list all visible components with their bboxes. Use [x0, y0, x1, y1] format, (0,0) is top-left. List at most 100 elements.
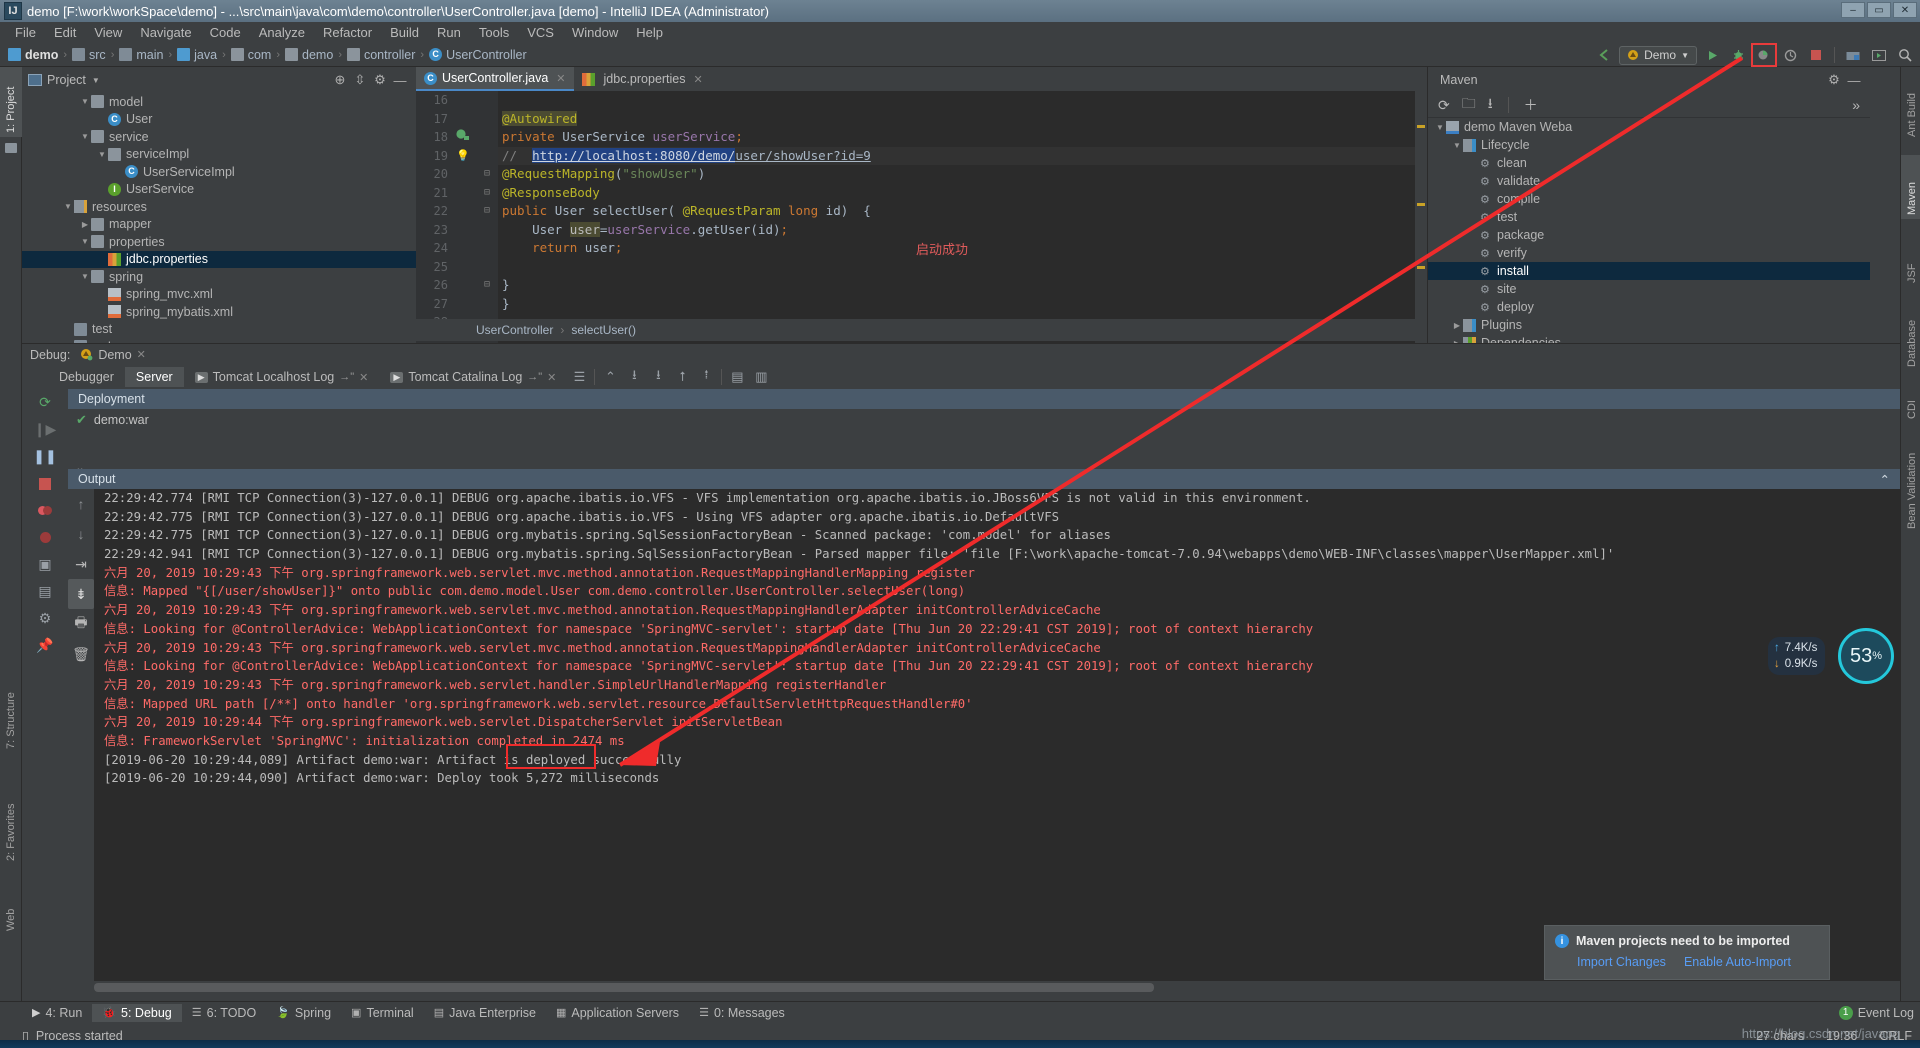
bottom-tab-spring[interactable]: 🍃 Spring: [266, 1004, 341, 1022]
sidebar-item-project[interactable]: 1: Project: [0, 67, 22, 137]
build-icon[interactable]: [1842, 45, 1864, 65]
chevron-right-icon[interactable]: ▸: [96, 290, 108, 299]
breadcrumb-item-src[interactable]: src: [72, 48, 106, 62]
search-icon[interactable]: [1894, 45, 1916, 65]
breadcrumb-item-demo[interactable]: demo: [285, 48, 333, 62]
breadcrumb-item-com[interactable]: com: [230, 48, 271, 62]
menu-item-navigate[interactable]: Navigate: [131, 23, 200, 42]
run-configuration-selector[interactable]: Demo ▼: [1619, 45, 1697, 65]
camera-icon[interactable]: ▣: [22, 551, 68, 578]
menu-item-view[interactable]: View: [85, 23, 131, 42]
chevron-right-icon[interactable]: ▸: [1468, 159, 1480, 168]
run-icon[interactable]: [1701, 45, 1723, 65]
reimport-icon[interactable]: ⟳: [1438, 97, 1450, 114]
chevron-down-icon[interactable]: ▼: [79, 97, 91, 106]
maven-node-plugins[interactable]: ▶ Plugins: [1428, 316, 1870, 334]
debug-session-tab[interactable]: Demo ✕: [70, 346, 156, 364]
maven-node-deploy[interactable]: ▸⚙ deploy: [1428, 298, 1870, 316]
menu-item-code[interactable]: Code: [201, 23, 250, 42]
breadcrumb-item-java[interactable]: java: [177, 48, 217, 62]
run-method-icon[interactable]: [454, 128, 472, 149]
maven-node-demo-maven-weba[interactable]: ▼ demo Maven Weba: [1428, 118, 1870, 136]
settings-icon[interactable]: ▥: [749, 369, 773, 385]
fold-icon[interactable]: ⊟: [480, 276, 494, 295]
chevron-right-icon[interactable]: ▸: [1468, 285, 1480, 294]
chevron-right-icon[interactable]: ▶: [79, 220, 91, 229]
chevron-right-icon[interactable]: ▸: [1468, 231, 1480, 240]
pin-icon[interactable]: →": [339, 371, 354, 383]
tree-node-userservice[interactable]: ▸I UserService: [22, 181, 416, 199]
stop-icon[interactable]: [22, 470, 68, 497]
tree-node-spring-mvc-xml[interactable]: ▸ spring_mvc.xml: [22, 286, 416, 304]
view-breakpoints-icon[interactable]: [22, 497, 68, 524]
chevron-right-icon[interactable]: ▸: [1468, 249, 1480, 258]
console-output[interactable]: 22:29:42.774 [RMI TCP Connection(3)-127.…: [94, 489, 1900, 981]
debug-tab-tomcat-catalina-log[interactable]: ▶ Tomcat Catalina Log →" ✕: [379, 367, 567, 387]
close-icon[interactable]: ✕: [359, 371, 368, 384]
menu-item-tools[interactable]: Tools: [470, 23, 518, 42]
enable-auto-import-link[interactable]: Enable Auto-Import: [1684, 955, 1791, 969]
tree-node-mapper[interactable]: ▶ mapper: [22, 216, 416, 234]
bottom-tab-5-debug[interactable]: 🐞 5: Debug: [92, 1003, 182, 1022]
sidebar-item-favorites[interactable]: 2: Favorites: [0, 767, 22, 865]
chevron-down-icon[interactable]: ▼: [79, 237, 91, 246]
up-icon[interactable]: ⌃: [598, 369, 622, 385]
maven-tree[interactable]: ▼demo Maven Weba▼Lifecycle▸⚙clean▸⚙valid…: [1428, 118, 1870, 350]
tree-node-serviceimpl[interactable]: ▼ serviceImpl: [22, 146, 416, 164]
fold-icon[interactable]: ⊟: [480, 184, 494, 203]
menu-item-refactor[interactable]: Refactor: [314, 23, 381, 42]
sidebar-item-cdi[interactable]: CDI: [1901, 379, 1920, 423]
breadcrumb-item-controller[interactable]: controller: [346, 48, 415, 62]
debug-icon[interactable]: [1727, 45, 1749, 65]
locate-icon[interactable]: ⊕: [330, 72, 350, 88]
maven-node-package[interactable]: ▸⚙ package: [1428, 226, 1870, 244]
more-icon[interactable]: »: [1852, 97, 1860, 113]
download-sources-icon[interactable]: ⭳: [1488, 93, 1493, 117]
breadcrumb-item-usercontroller[interactable]: C UserController: [429, 48, 527, 62]
up-icon[interactable]: ↑: [68, 489, 94, 519]
menu-icon[interactable]: ☰: [567, 369, 591, 385]
chevron-right-icon[interactable]: ▸: [62, 325, 74, 334]
close-icon[interactable]: ✕: [694, 73, 703, 86]
editor-tab-jdbc-properties[interactable]: jdbc.properties ✕: [574, 67, 711, 91]
collapse-output-icon[interactable]: ⌃: [1880, 472, 1900, 487]
chevron-right-icon[interactable]: ▸: [96, 255, 108, 264]
import-changes-link[interactable]: Import Changes: [1577, 955, 1666, 969]
menu-item-help[interactable]: Help: [627, 23, 672, 42]
menu-item-run[interactable]: Run: [428, 23, 470, 42]
sidebar-item-web[interactable]: Web: [0, 879, 22, 935]
tree-node-userserviceimpl[interactable]: ▸C UserServiceImpl: [22, 163, 416, 181]
tree-node-jdbc-properties[interactable]: ▸ jdbc.properties: [22, 250, 416, 268]
sidebar-item-database[interactable]: Database: [1901, 295, 1920, 371]
code-editor[interactable]: 16 17 @Autowired 18 private UserService user…: [416, 91, 1427, 343]
fold-icon[interactable]: ⊟: [480, 202, 494, 221]
maven-node-validate[interactable]: ▸⚙ validate: [1428, 172, 1870, 190]
back-icon[interactable]: [1593, 45, 1615, 65]
console-horizontal-scrollbar[interactable]: [94, 983, 1900, 992]
pause-icon[interactable]: ❚❚: [22, 443, 68, 470]
sidebar-item-structure[interactable]: 7: Structure: [0, 667, 22, 753]
print-icon[interactable]: 🖶: [68, 609, 94, 639]
menu-item-analyze[interactable]: Analyze: [250, 23, 314, 42]
maven-node-test[interactable]: ▸⚙ test: [1428, 208, 1870, 226]
debug-tab-tomcat-localhost-log[interactable]: ▶ Tomcat Localhost Log →" ✕: [184, 367, 380, 387]
add-icon[interactable]: ＋: [1524, 95, 1538, 115]
tree-node-spring[interactable]: ▼ spring: [22, 268, 416, 286]
project-tree[interactable]: ▼model▸CUser▼service▼serviceImpl▸CUserSe…: [22, 93, 416, 343]
step-over-icon[interactable]: ⭳: [646, 366, 670, 388]
rerun-icon[interactable]: ⟳: [22, 389, 68, 416]
sidebar-item-jsf[interactable]: JSF: [1901, 229, 1920, 287]
sidebar-item-bean-validation[interactable]: Bean Validation: [1901, 429, 1920, 533]
chevron-right-icon[interactable]: ▸: [1468, 213, 1480, 222]
settings-icon[interactable]: ⚙: [22, 605, 68, 632]
mute-breakpoints-icon[interactable]: [22, 524, 68, 551]
tree-node-spring-mybatis-xml[interactable]: ▸ spring_mybatis.xml: [22, 303, 416, 321]
tree-node-properties[interactable]: ▼ properties: [22, 233, 416, 251]
chevron-right-icon[interactable]: ▸: [96, 115, 108, 124]
tree-node-user[interactable]: ▸C User: [22, 111, 416, 129]
bottom-tab-4-run[interactable]: ▶ 4: Run: [22, 1004, 92, 1022]
stop-icon[interactable]: [1805, 45, 1827, 65]
tree-node-resources[interactable]: ▼ resources: [22, 198, 416, 216]
chevron-down-icon[interactable]: ▼: [62, 202, 74, 211]
minimize-button[interactable]: –: [1841, 2, 1865, 18]
